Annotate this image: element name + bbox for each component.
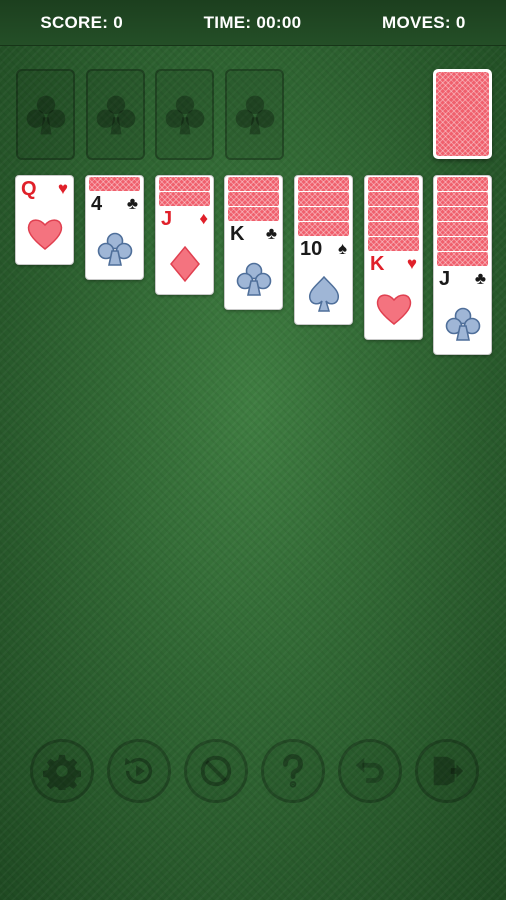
face-down-card <box>368 192 419 206</box>
foundation-slot-4[interactable] <box>225 69 284 160</box>
face-down-card <box>159 192 210 206</box>
settings-button[interactable] <box>30 739 94 803</box>
face-down-card <box>437 252 488 266</box>
face-up-card[interactable]: Q ♥ <box>16 176 73 264</box>
help-icon <box>283 754 303 788</box>
face-down-card <box>437 207 488 221</box>
tableau-column-1[interactable]: Q ♥ <box>15 175 74 265</box>
face-down-card <box>368 237 419 251</box>
face-up-card[interactable]: 10 ♠ <box>295 236 352 324</box>
face-down-card <box>89 177 140 191</box>
time-value: 00:00 <box>256 12 302 32</box>
cancel-button[interactable] <box>184 739 248 803</box>
face-up-card[interactable]: K ♣ <box>225 221 282 309</box>
moves-label: MOVES: <box>382 12 451 32</box>
face-down-card <box>368 207 419 221</box>
score-label: SCORE: <box>40 12 109 32</box>
score-display: SCORE: 0 <box>40 13 123 33</box>
card-back <box>436 72 489 156</box>
face-down-card <box>298 222 349 236</box>
heart-icon: ♥ <box>406 254 417 273</box>
status-bar: SCORE: 0 TIME: 00:00 MOVES: 0 <box>0 0 506 46</box>
face-down-card <box>437 177 488 191</box>
face-down-card <box>298 207 349 221</box>
tableau-column-6[interactable]: K ♥ <box>364 175 423 340</box>
club-icon <box>165 95 204 134</box>
gear-icon <box>43 754 81 790</box>
exit-icon <box>433 756 464 786</box>
foundation-slot-3[interactable] <box>155 69 214 160</box>
spade-icon: ♠ <box>337 239 347 258</box>
face-up-card[interactable]: 4 ♣ <box>86 191 143 279</box>
undo-button[interactable] <box>338 739 402 803</box>
face-down-card <box>368 177 419 191</box>
club-icon: ♣ <box>474 269 486 288</box>
replay-icon <box>124 757 153 784</box>
face-down-card <box>228 192 279 206</box>
cancel-icon <box>200 755 232 787</box>
face-down-card <box>298 177 349 191</box>
tableau-column-4[interactable]: K ♣ <box>224 175 283 310</box>
club-icon <box>26 95 65 134</box>
help-button[interactable] <box>261 739 325 803</box>
card-rank: 4 <box>91 193 103 215</box>
club-icon: ♣ <box>126 194 138 213</box>
card-rank: K <box>230 223 245 245</box>
face-up-card[interactable]: J ♣ <box>434 266 491 354</box>
face-down-card <box>228 177 279 191</box>
face-down-card <box>437 222 488 236</box>
undo-icon <box>355 757 384 783</box>
time-label: TIME: <box>203 12 252 32</box>
time-display: TIME: 00:00 <box>204 13 302 33</box>
exit-button[interactable] <box>415 739 479 803</box>
replay-button[interactable] <box>107 739 171 803</box>
toolbar <box>0 739 506 809</box>
foundation-slot-2[interactable] <box>86 69 145 160</box>
club-icon <box>235 95 274 134</box>
face-down-card <box>437 192 488 206</box>
card-rank: Q <box>21 178 37 200</box>
face-down-card <box>368 222 419 236</box>
diamond-icon: ♦ <box>199 209 208 228</box>
tableau-column-5[interactable]: 10 ♠ <box>294 175 353 325</box>
score-value: 0 <box>113 12 123 32</box>
tableau-column-2[interactable]: 4 ♣ <box>85 175 144 280</box>
heart-icon: ♥ <box>57 179 68 198</box>
club-icon: ♣ <box>265 224 277 243</box>
foundation-slot-1[interactable] <box>16 69 75 160</box>
moves-value: 0 <box>455 12 466 32</box>
face-down-card <box>437 237 488 251</box>
card-rank: K <box>370 253 385 275</box>
face-up-card[interactable]: J ♦ <box>156 206 213 294</box>
face-down-card <box>228 207 279 221</box>
card-rank: J <box>439 268 451 290</box>
stock-pile[interactable] <box>433 69 492 159</box>
face-down-card <box>159 177 210 191</box>
tableau-column-7[interactable]: J ♣ <box>433 175 492 355</box>
club-icon <box>96 95 135 134</box>
card-rank: J <box>161 208 173 230</box>
moves-display: MOVES: 0 <box>382 13 466 33</box>
tableau-column-3[interactable]: J ♦ <box>155 175 214 295</box>
face-up-card[interactable]: K ♥ <box>365 251 422 339</box>
face-down-card <box>298 192 349 206</box>
card-rank: 10 <box>300 238 323 260</box>
